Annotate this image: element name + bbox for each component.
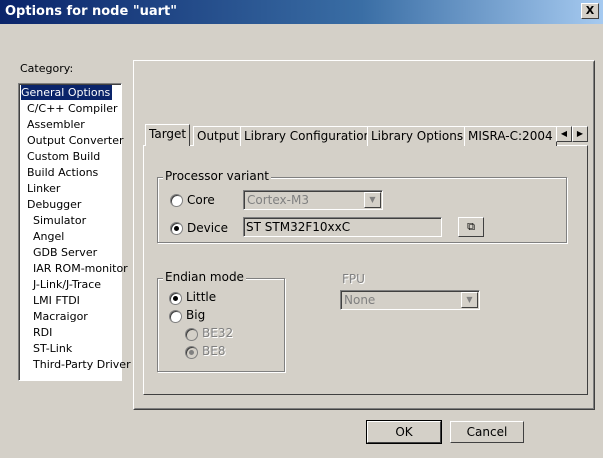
category-item-build-actions[interactable]: Build Actions: [27, 165, 98, 180]
category-item-gdb-server[interactable]: GDB Server: [33, 245, 97, 260]
select-device-button[interactable]: ⧉: [458, 217, 484, 237]
cancel-button[interactable]: Cancel: [450, 421, 524, 443]
device-list-icon: ⧉: [467, 220, 475, 233]
ok-button[interactable]: OK: [366, 420, 442, 444]
chevron-down-icon: ▼: [461, 292, 478, 308]
category-item-third-party-driver[interactable]: Third-Party Driver: [33, 357, 131, 372]
tab-strip: Target Output Library Configuration Libr…: [145, 124, 557, 146]
big-endian-label[interactable]: Big: [186, 308, 205, 322]
category-item-st-link[interactable]: ST-Link: [33, 341, 72, 356]
be8-label: BE8: [202, 344, 226, 358]
fpu-select[interactable]: None ▼: [340, 290, 480, 310]
tab-output[interactable]: Output: [193, 126, 243, 146]
big-endian-radio[interactable]: [169, 310, 182, 323]
category-list[interactable]: General Options C/C++ Compiler Assembler…: [18, 83, 131, 381]
category-item-jlink-jtrace[interactable]: J-Link/J-Trace: [33, 277, 101, 292]
device-label[interactable]: Device: [187, 221, 228, 235]
category-item-assembler[interactable]: Assembler: [27, 117, 85, 132]
category-item-output-converter[interactable]: Output Converter: [27, 133, 124, 148]
category-item-debugger[interactable]: Debugger: [27, 197, 81, 212]
category-item-simulator[interactable]: Simulator: [33, 213, 86, 228]
be8-radio[interactable]: [185, 346, 198, 359]
fpu-label: FPU: [342, 272, 365, 286]
device-radio[interactable]: [170, 222, 183, 235]
category-label: Category:: [20, 62, 74, 75]
tab-library-configuration[interactable]: Library Configuration: [240, 126, 376, 146]
close-button[interactable]: X: [581, 3, 599, 19]
category-item-general-options[interactable]: General Options: [21, 85, 113, 100]
window-title: Options for node "uart": [5, 4, 178, 19]
title-bar[interactable]: Options for node "uart" X: [0, 0, 603, 24]
core-select[interactable]: Cortex-M3 ▼: [243, 190, 383, 210]
core-label[interactable]: Core: [187, 193, 215, 207]
be32-radio[interactable]: [185, 328, 198, 341]
little-endian-label[interactable]: Little: [186, 290, 216, 304]
options-dialog: Options for node "uart" X Category: Gene…: [0, 0, 603, 458]
core-select-value: Cortex-M3: [247, 193, 309, 207]
device-field[interactable]: ST STM32F10xxC: [243, 217, 442, 237]
category-item-custom-build[interactable]: Custom Build: [27, 149, 100, 164]
fpu-select-value: None: [344, 293, 376, 307]
category-item-lmi-ftdi[interactable]: LMI FTDI: [33, 293, 80, 308]
category-item-linker[interactable]: Linker: [27, 181, 60, 196]
tab-scroll-right-button[interactable]: ▶: [572, 126, 588, 142]
core-radio[interactable]: [170, 194, 183, 207]
category-item-macraigor[interactable]: Macraigor: [33, 309, 88, 324]
be32-label: BE32: [202, 326, 234, 340]
category-item-rdi[interactable]: RDI: [33, 325, 52, 340]
tab-library-options[interactable]: Library Options: [367, 126, 468, 146]
device-field-value: ST STM32F10xxC: [246, 220, 351, 234]
tab-misra-c-2004[interactable]: MISRA-C:2004: [464, 126, 557, 146]
category-item-angel[interactable]: Angel: [33, 229, 64, 244]
category-item-iar-rom-monitor[interactable]: IAR ROM-monitor: [33, 261, 128, 276]
tab-target[interactable]: Target: [145, 124, 191, 146]
endian-mode-label: Endian mode: [163, 270, 246, 284]
little-endian-radio[interactable]: [169, 292, 182, 305]
category-item-c-cpp-compiler[interactable]: C/C++ Compiler: [27, 101, 118, 116]
tab-scroll-left-button[interactable]: ◀: [556, 126, 572, 142]
processor-variant-label: Processor variant: [163, 169, 271, 183]
chevron-down-icon: ▼: [364, 192, 381, 208]
